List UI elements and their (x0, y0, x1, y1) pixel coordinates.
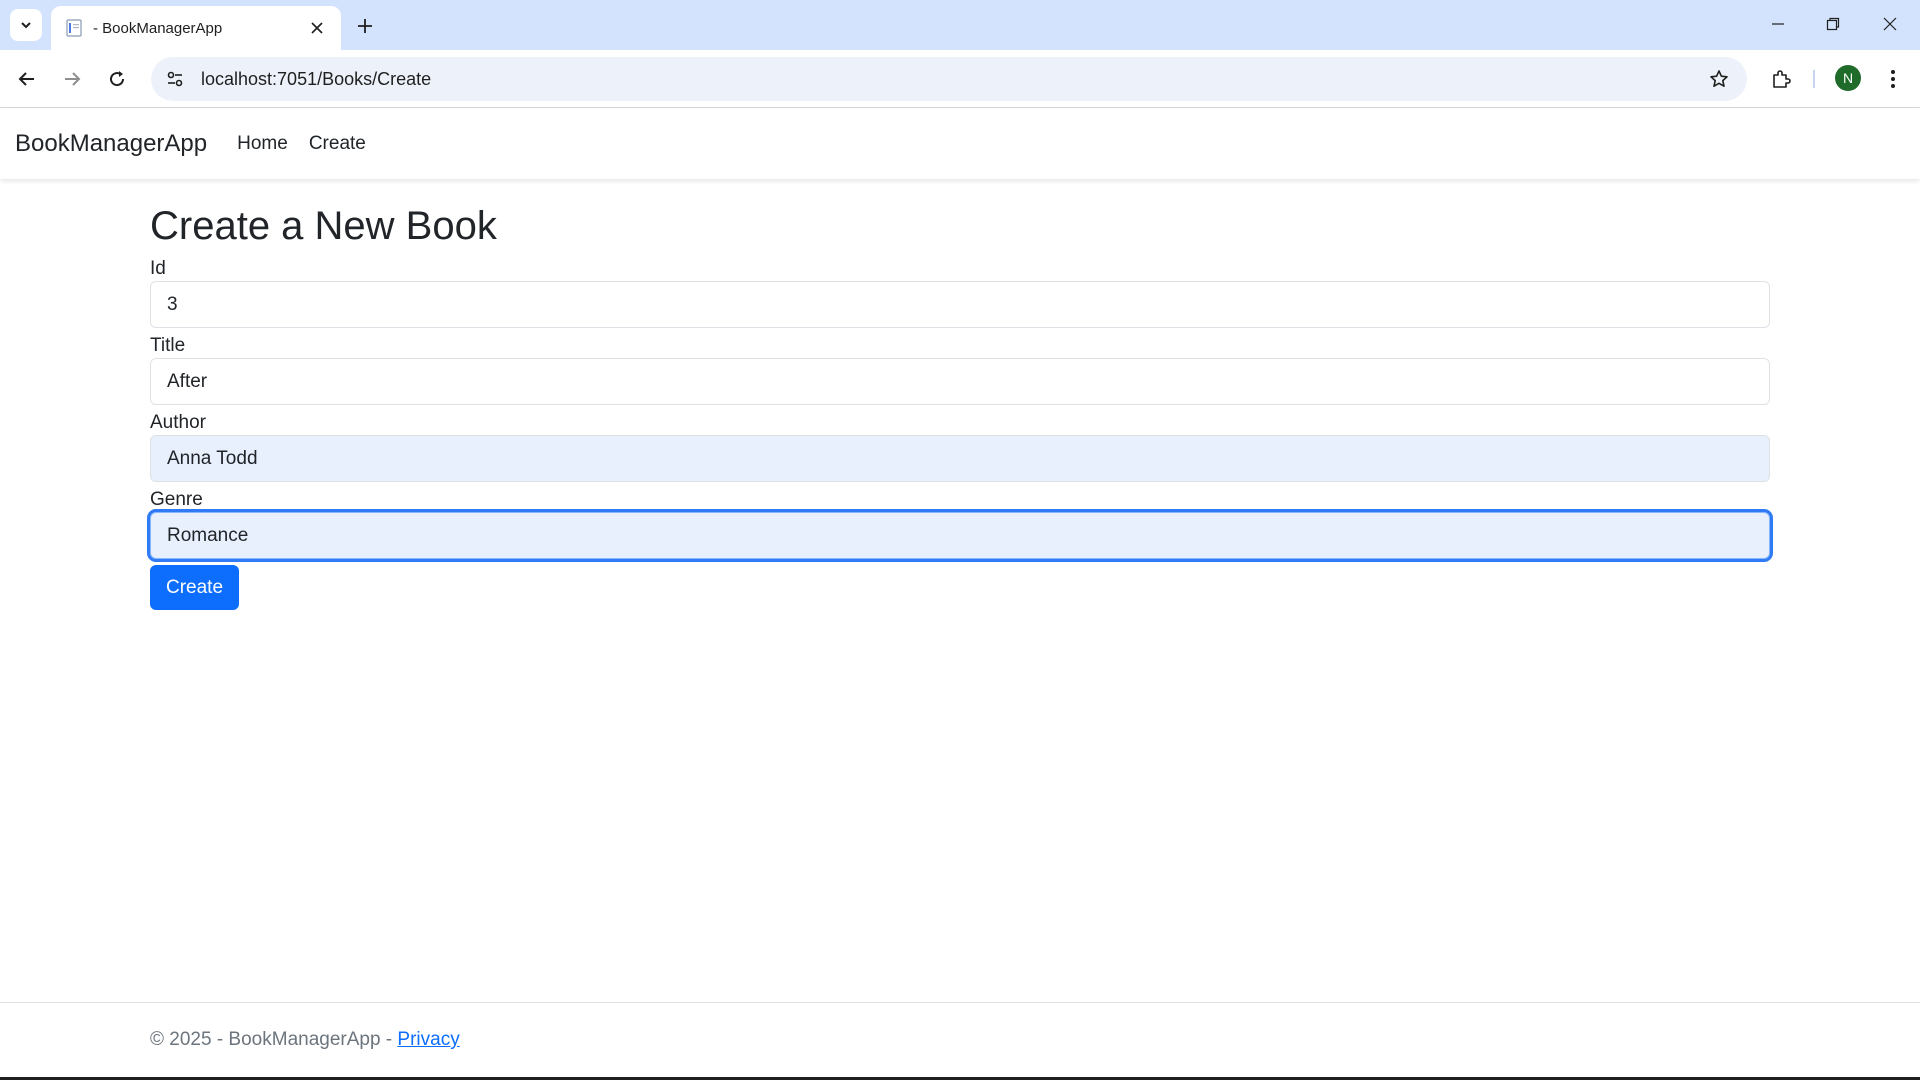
browser-tab-strip: - BookManagerApp (0, 0, 1920, 50)
page-icon (65, 19, 83, 37)
toolbar-divider (1813, 70, 1815, 88)
id-field[interactable] (150, 281, 1770, 328)
create-button[interactable]: Create (150, 565, 240, 610)
minimize-icon[interactable] (1758, 8, 1798, 40)
author-field[interactable] (150, 435, 1770, 482)
tab-title: - BookManagerApp (93, 19, 223, 37)
extensions-puzzle-icon[interactable] (1764, 62, 1798, 96)
profile-avatar[interactable]: N (1835, 65, 1861, 91)
nav-link-home[interactable]: Home (237, 133, 288, 155)
site-info-icon[interactable] (157, 61, 193, 97)
tab-search-button[interactable] (10, 9, 42, 41)
id-label: Id (150, 258, 166, 279)
page-title: Create a New Book (150, 204, 497, 248)
reload-icon[interactable] (100, 62, 134, 96)
create-book-form: Id Title Author Genre Create (150, 257, 1770, 610)
close-window-icon[interactable] (1870, 8, 1910, 40)
title-field[interactable] (150, 358, 1770, 405)
address-bar[interactable]: localhost:7051/Books/Create (151, 57, 1747, 101)
genre-field[interactable] (150, 512, 1770, 559)
browser-tab-active[interactable]: - BookManagerApp (51, 6, 341, 50)
browser-toolbar: localhost:7051/Books/Create N (0, 50, 1920, 108)
privacy-link[interactable]: Privacy (397, 1029, 459, 1051)
back-arrow-icon[interactable] (10, 62, 44, 96)
title-label: Title (150, 335, 186, 356)
restore-icon[interactable] (1813, 8, 1853, 40)
site-navbar: BookManagerApp Home Create (0, 109, 1920, 179)
bookmark-star-icon[interactable] (1701, 61, 1737, 97)
site-footer: © 2025 - BookManagerApp - Privacy (0, 1002, 1920, 1077)
chevron-down-icon (21, 22, 31, 29)
forward-arrow-icon[interactable] (55, 62, 89, 96)
new-tab-icon[interactable] (350, 11, 380, 41)
footer-copyright: © 2025 - BookManagerApp - (150, 1029, 398, 1050)
author-label: Author (150, 412, 206, 433)
url-text[interactable]: localhost:7051/Books/Create (201, 69, 1701, 90)
navbar-brand[interactable]: BookManagerApp (15, 130, 207, 158)
genre-label: Genre (150, 489, 203, 510)
close-tab-icon[interactable] (305, 16, 329, 40)
more-menu-icon[interactable] (1876, 62, 1910, 96)
nav-link-create[interactable]: Create (309, 133, 366, 155)
main-content: Create a New Book Id Title Author Genre … (150, 200, 1770, 610)
